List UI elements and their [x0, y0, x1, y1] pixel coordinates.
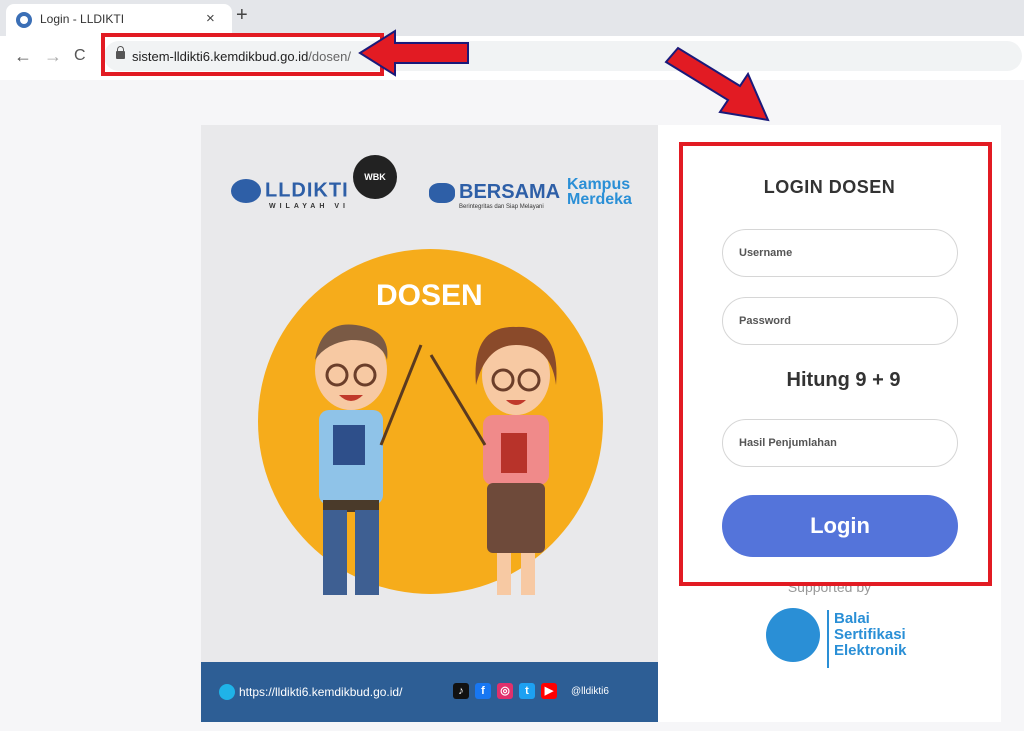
bersama-logo-text: BERSAMA: [459, 181, 561, 203]
partner-logos: LLDIKTI WILAYAH VI WBK BERSAMA Berintegr…: [201, 125, 658, 235]
lldikti-logo-sub: WILAYAH VI: [269, 203, 349, 210]
social-handle: @lldikti6: [571, 686, 609, 697]
close-tab-icon[interactable]: ×: [206, 10, 215, 27]
wbk-seal: WBK: [353, 155, 397, 199]
female-teacher-figure: [429, 326, 557, 595]
browser-tab[interactable]: Login - LLDIKTI ×: [6, 4, 232, 36]
bersama-logo: BERSAMA Berintegritas dan Siap Melayani: [429, 181, 560, 210]
instagram-icon[interactable]: ◎: [497, 683, 513, 699]
male-teacher-figure: [315, 324, 423, 595]
dosen-banner: LLDIKTI WILAYAH VI WBK BERSAMA Berintegr…: [201, 125, 658, 722]
tab-title: Login - LLDIKTI: [40, 12, 125, 26]
merdeka-text: Merdeka: [567, 191, 632, 208]
bse-line-2: Sertifikasi: [834, 626, 906, 643]
banner-heading: DOSEN: [376, 279, 483, 312]
banner-footer: https://lldikti6.kemdikbud.go.id/ ♪ f ◎ …: [201, 662, 658, 722]
kampus-merdeka-logo: Kampus Merdeka: [567, 176, 632, 208]
bse-divider: [827, 610, 829, 668]
kampus-text: Kampus: [567, 176, 631, 193]
handshake-icon: [429, 182, 455, 203]
youtube-icon[interactable]: ▶: [541, 683, 557, 699]
facebook-icon[interactable]: f: [475, 683, 491, 699]
back-icon[interactable]: ←: [14, 46, 32, 67]
lldikti-favicon-icon: [16, 12, 32, 28]
bse-line-3: Elektronik: [834, 642, 907, 659]
bse-logo-icon: [766, 608, 820, 662]
bse-line-1: Balai: [834, 610, 870, 627]
bersama-tagline: Berintegritas dan Siap Melayani: [459, 204, 544, 210]
website-link[interactable]: https://lldikti6.kemdikbud.go.id/: [239, 685, 402, 699]
browser-tab-bar: Login - LLDIKTI × +: [0, 0, 1024, 36]
lldikti-logo-text: LLDIKTI: [265, 179, 349, 202]
new-tab-icon[interactable]: +: [236, 4, 248, 27]
teachers-illustration: [315, 324, 557, 595]
forward-icon[interactable]: →: [44, 46, 62, 67]
url-highlight-box: [101, 33, 384, 76]
arrow-left-icon: [358, 29, 469, 77]
tiktok-icon[interactable]: ♪: [453, 683, 469, 699]
login-highlight-box: [679, 142, 992, 586]
reload-icon[interactable]: C: [74, 47, 86, 65]
bse-logo-text: Balai Sertifikasi Elektronik: [834, 611, 907, 659]
twitter-icon[interactable]: t: [519, 683, 535, 699]
globe-icon: [219, 684, 235, 700]
lldikti-logo: LLDIKTI WILAYAH VI: [231, 179, 349, 210]
arrow-down-right-icon: [664, 46, 770, 122]
lldikti-emblem-icon: [231, 179, 261, 203]
